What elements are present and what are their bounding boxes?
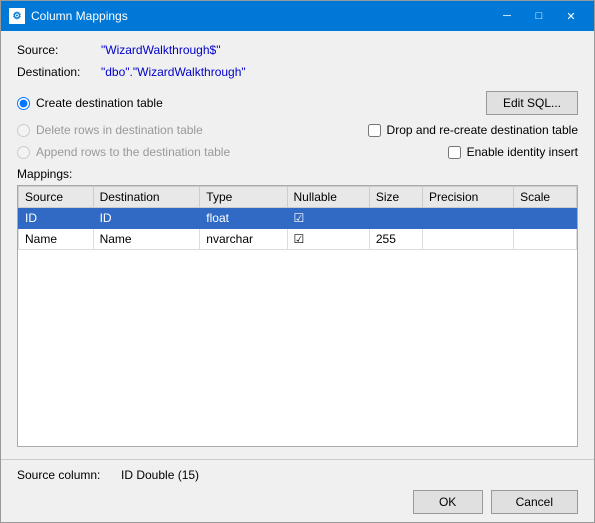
edit-sql-button[interactable]: Edit SQL... [486,91,578,115]
title-bar: ⚙ Column Mappings ─ □ ✕ [1,1,594,31]
enable-identity-option: Enable identity insert [448,145,578,159]
drop-recreate-label: Drop and re-create destination table [387,123,578,137]
create-table-radio[interactable] [17,97,30,110]
source-column-value: ID Double (15) [121,468,199,482]
mappings-label: Mappings: [17,167,578,181]
enable-identity-checkbox[interactable] [448,146,461,159]
append-rows-radio[interactable] [17,146,30,159]
mappings-table-container: Source Destination Type Nullable Size Pr… [17,185,578,447]
mappings-table: Source Destination Type Nullable Size Pr… [18,186,577,250]
window-title: Column Mappings [31,9,492,23]
col-size: Size [369,187,422,208]
destination-value: "dbo"."WizardWalkthrough" [101,65,246,79]
ok-button[interactable]: OK [413,490,483,514]
source-row: Source: "WizardWalkthrough$" [17,43,578,57]
col-scale: Scale [514,187,577,208]
create-table-label: Create destination table [36,96,163,110]
destination-row: Destination: "dbo"."WizardWalkthrough" [17,65,578,79]
table-header-row: Source Destination Type Nullable Size Pr… [19,187,577,208]
drop-recreate-checkbox[interactable] [368,124,381,137]
mappings-section: Mappings: Source Destination Type Nullab… [17,167,578,447]
source-label: Source: [17,43,97,57]
options-row-3: Append rows to the destination table Ena… [17,145,578,159]
destination-label: Destination: [17,65,97,79]
table-row[interactable]: NameNamenvarchar☑255 [19,229,577,250]
table-row[interactable]: IDIDfloat☑ [19,208,577,229]
delete-rows-radio[interactable] [17,124,30,137]
maximize-button[interactable]: □ [524,6,554,26]
cancel-button[interactable]: Cancel [491,490,578,514]
window-icon: ⚙ [9,8,25,24]
window-controls: ─ □ ✕ [492,6,586,26]
create-table-row: Create destination table Edit SQL... [17,91,578,115]
enable-identity-label: Enable identity insert [467,145,578,159]
options-row-2: Delete rows in destination table Drop an… [17,123,578,137]
delete-rows-option: Delete rows in destination table [17,123,203,137]
source-column-label: Source column: [17,468,117,482]
source-column-row: Source column: ID Double (15) [17,468,578,482]
source-value: "WizardWalkthrough$" [101,43,220,57]
create-table-option: Create destination table [17,96,163,110]
drop-recreate-option: Drop and re-create destination table [368,123,578,137]
col-destination: Destination [93,187,200,208]
append-rows-option: Append rows to the destination table [17,145,230,159]
delete-rows-label: Delete rows in destination table [36,123,203,137]
column-mappings-dialog: ⚙ Column Mappings ─ □ ✕ Source: "WizardW… [0,0,595,523]
minimize-button[interactable]: ─ [492,6,522,26]
button-row: OK Cancel [17,490,578,514]
bottom-bar: Source column: ID Double (15) OK Cancel [1,459,594,522]
col-source: Source [19,187,94,208]
dialog-content: Source: "WizardWalkthrough$" Destination… [1,31,594,459]
append-rows-label: Append rows to the destination table [36,145,230,159]
col-type: Type [200,187,287,208]
close-button[interactable]: ✕ [556,6,586,26]
col-precision: Precision [422,187,513,208]
col-nullable: Nullable [287,187,369,208]
